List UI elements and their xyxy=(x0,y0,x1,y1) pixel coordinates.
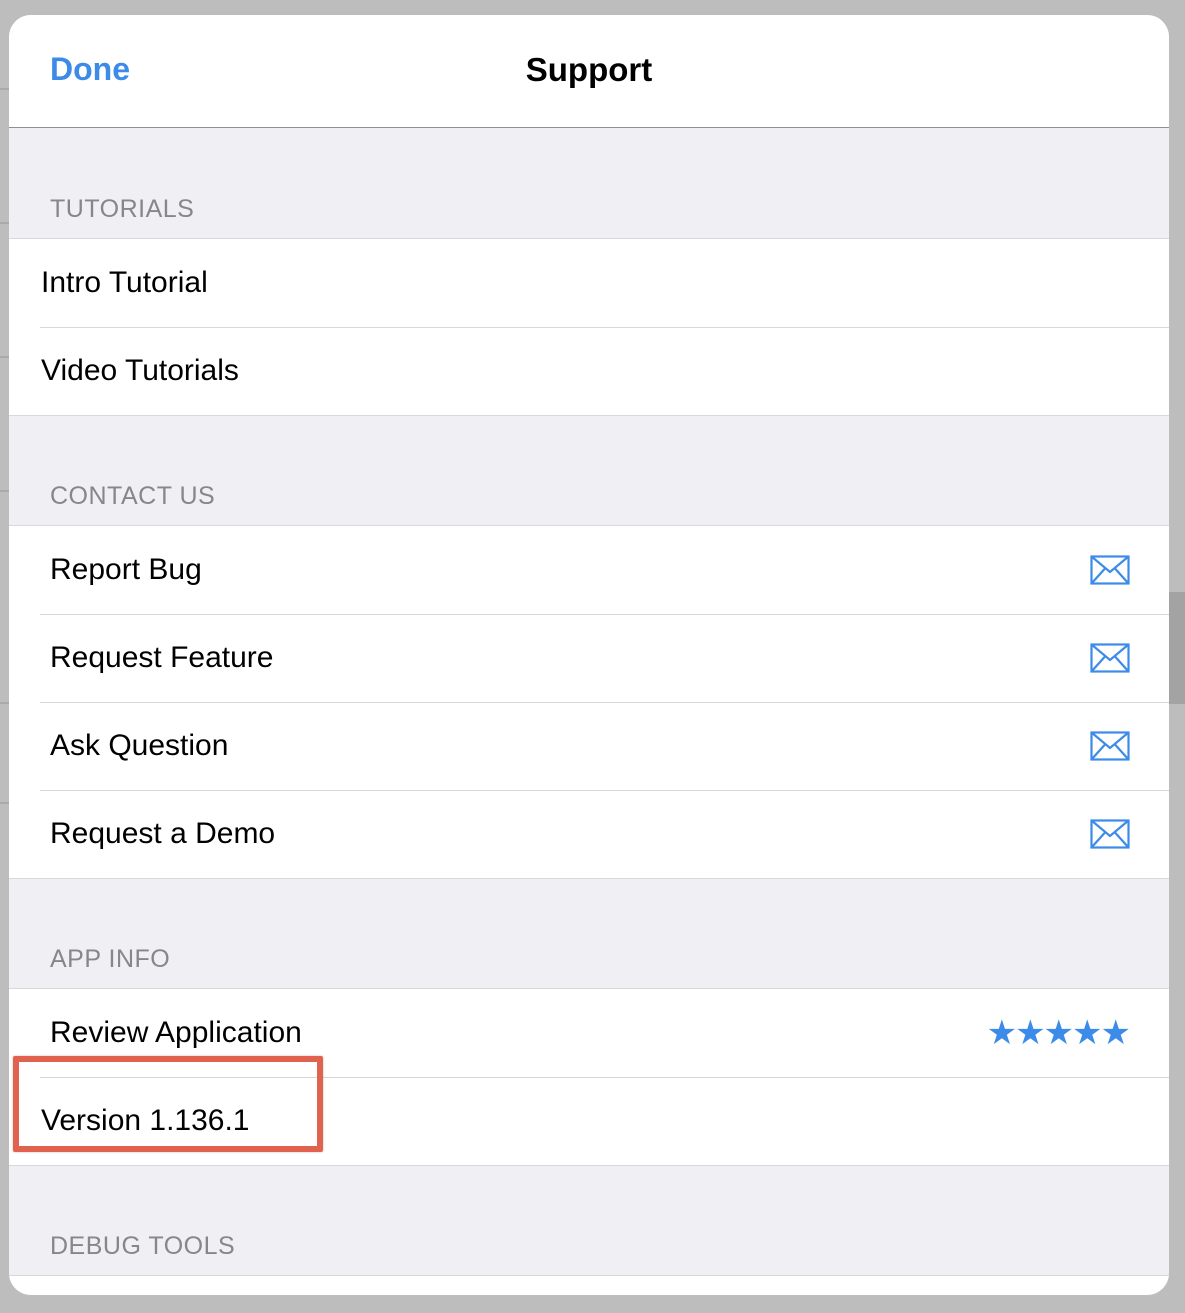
section-header-contact-us: CONTACT US xyxy=(50,482,216,510)
section-header-tutorials: TUTORIALS xyxy=(50,195,195,223)
list-item-label: Review Application xyxy=(50,1016,302,1049)
rating-stars-icon: ★★★★★ xyxy=(986,1013,1131,1053)
list-item-intro-tutorial[interactable]: Intro Tutorial xyxy=(9,239,1169,327)
list-item-review-application[interactable]: Review Application ★★★★★ xyxy=(9,989,1169,1077)
list-item-label: Video Tutorials xyxy=(41,354,239,387)
list-item-video-tutorials[interactable]: Video Tutorials xyxy=(9,327,1169,415)
debug-tools-group xyxy=(9,1275,1169,1295)
list-item-ask-question[interactable]: Ask Question xyxy=(9,702,1169,790)
app-info-group: Review Application ★★★★★ Version 1.136.1 xyxy=(9,988,1169,1166)
list-item-request-feature[interactable]: Request Feature xyxy=(9,614,1169,702)
list-item-label: Request a Demo xyxy=(50,817,276,850)
list-item-request-demo[interactable]: Request a Demo xyxy=(9,790,1169,878)
list-item-label: Intro Tutorial xyxy=(41,266,208,299)
page-title: Support xyxy=(525,51,653,88)
list-item-label: Ask Question xyxy=(50,729,229,762)
background-selected-row xyxy=(1168,592,1185,704)
mail-icon xyxy=(1090,555,1130,585)
mail-icon xyxy=(1090,643,1130,673)
support-sheet: Done Support TUTORIALS Intro Tutorial Vi… xyxy=(9,15,1169,1295)
list-item-report-bug[interactable]: Report Bug xyxy=(9,526,1169,614)
section-header-app-info: APP INFO xyxy=(50,945,171,973)
version-label: Version 1.136.1 xyxy=(41,1104,250,1137)
tutorials-group: Intro Tutorial Video Tutorials xyxy=(9,238,1169,416)
section-header-debug-tools: DEBUG TOOLS xyxy=(50,1232,236,1260)
contact-group: Report Bug Request Feature Ask Question … xyxy=(9,525,1169,879)
navigation-bar: Done Support xyxy=(9,15,1169,128)
mail-icon xyxy=(1090,731,1130,761)
list-item-version: Version 1.136.1 xyxy=(9,1077,1169,1165)
list-item-label: Request Feature xyxy=(50,641,274,674)
mail-icon xyxy=(1090,819,1130,849)
list-item-label: Report Bug xyxy=(50,553,202,586)
